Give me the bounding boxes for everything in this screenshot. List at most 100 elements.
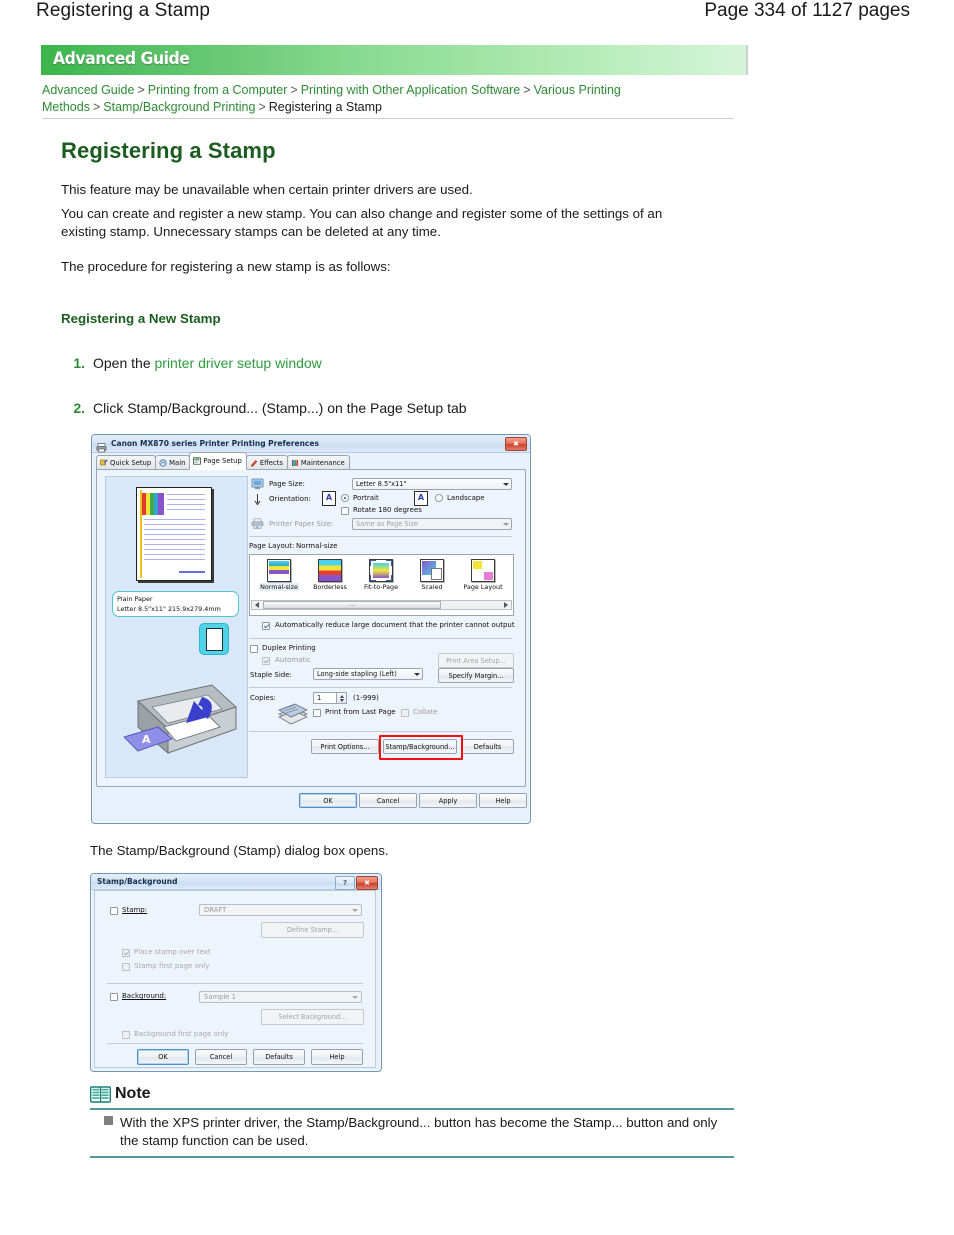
layout-option-fit-to-page[interactable]: Fit-to-Page bbox=[356, 559, 406, 591]
scroll-left-icon[interactable] bbox=[255, 602, 259, 608]
breadcrumb-item-2[interactable]: Printing with Other Application Software bbox=[301, 83, 521, 97]
stamp-cancel-button[interactable]: Cancel bbox=[195, 1049, 247, 1065]
landscape-radio[interactable] bbox=[435, 494, 443, 502]
print-from-last-page-checkbox[interactable] bbox=[313, 709, 321, 717]
page-layout-gallery[interactable]: Normal-size Borderless Fit-to-Page Scale… bbox=[249, 554, 514, 616]
printer-help-button[interactable]: Help bbox=[479, 793, 527, 808]
layout-option-borderless[interactable]: Borderless bbox=[305, 559, 355, 591]
rotate-180-checkbox[interactable] bbox=[341, 507, 349, 515]
print-from-last-page-label: Print from Last Page bbox=[325, 708, 396, 716]
print-options-button[interactable]: Print Options... bbox=[311, 739, 379, 754]
landscape-label: Landscape bbox=[447, 494, 485, 502]
tab-quick-setup[interactable]: Quick Setup bbox=[96, 455, 157, 470]
printer-paper-size-label: Printer Paper Size: bbox=[269, 520, 334, 528]
background-combobox: Sample 1 bbox=[199, 991, 362, 1003]
paper-type-label: Plain Paper bbox=[117, 595, 153, 603]
layout-gallery-scrollbar[interactable]: ⋯ bbox=[251, 600, 512, 610]
collate-checkbox bbox=[401, 709, 409, 717]
copies-value: 1 bbox=[317, 694, 322, 702]
duplex-printing-checkbox[interactable] bbox=[250, 645, 258, 653]
layout-option-0-label: Normal-size bbox=[259, 583, 299, 591]
page-size-combobox[interactable]: Letter 8.5"x11" bbox=[352, 478, 512, 490]
stamp-background-button[interactable]: Stamp/Background... bbox=[383, 739, 457, 754]
banner-title: Advanced Guide bbox=[53, 49, 190, 69]
tab-maintenance-label: Maintenance bbox=[300, 459, 345, 467]
note-divider-top bbox=[90, 1108, 734, 1110]
copies-stepper[interactable]: 1 bbox=[313, 692, 347, 704]
copies-stack-icon bbox=[275, 698, 311, 730]
stamp-ok-button[interactable]: OK bbox=[137, 1049, 189, 1065]
step-1: 1. Open the printer driver setup window bbox=[63, 355, 563, 375]
preview-sheet bbox=[136, 487, 212, 581]
stamp-dialog-divider-1 bbox=[107, 983, 363, 984]
printer-driver-setup-window-link[interactable]: printer driver setup window bbox=[155, 355, 322, 371]
automatic-duplex-checkbox bbox=[262, 657, 270, 665]
layout-option-normal-size[interactable]: Normal-size bbox=[254, 559, 304, 591]
background-first-page-only-checkbox bbox=[122, 1031, 130, 1039]
breadcrumb-separator: > bbox=[290, 83, 298, 97]
close-icon[interactable]: ✖ bbox=[505, 437, 527, 451]
portrait-radio[interactable] bbox=[341, 494, 349, 502]
header-divider bbox=[42, 118, 734, 119]
stamp-defaults-button[interactable]: Defaults bbox=[253, 1049, 305, 1065]
breadcrumb-item-1[interactable]: Printing from a Computer bbox=[148, 83, 288, 97]
page-number-label: Page 334 of 1127 pages bbox=[704, 0, 910, 21]
breadcrumb-item-0[interactable]: Advanced Guide bbox=[42, 83, 134, 97]
specify-margin-button[interactable]: Specify Margin... bbox=[438, 668, 514, 683]
printing-preferences-dialog[interactable]: Canon MX870 series Printer Printing Pref… bbox=[91, 434, 531, 824]
help-icon[interactable]: ? bbox=[335, 876, 355, 890]
page-size-icon bbox=[251, 478, 264, 492]
stamp-background-dialog[interactable]: Stamp/Background ? ✖ Stamp: DRAFT Define… bbox=[90, 873, 382, 1072]
settings-divider-2 bbox=[249, 638, 512, 639]
staple-side-value: Long-side stapling (Left) bbox=[317, 670, 397, 678]
tab-effects[interactable]: Effects bbox=[245, 455, 288, 470]
background-label: Background: bbox=[122, 992, 167, 1000]
tab-page-setup[interactable]: Page Setup bbox=[189, 452, 247, 470]
stamp-first-page-only-checkbox bbox=[122, 963, 130, 971]
layout-option-page-layout[interactable]: Page Layout bbox=[458, 559, 508, 591]
layout-option-4-label: Page Layout bbox=[463, 583, 503, 591]
scroll-right-icon[interactable] bbox=[504, 602, 508, 608]
close-icon[interactable]: ✖ bbox=[356, 876, 378, 890]
chevron-down-icon bbox=[414, 673, 420, 676]
stamp-label: Stamp: bbox=[122, 906, 148, 914]
copies-label: Copies: bbox=[250, 694, 276, 702]
define-stamp-button: Define Stamp... bbox=[261, 922, 364, 938]
defaults-button[interactable]: Defaults bbox=[461, 739, 514, 754]
printer-dialog-title: Canon MX870 series Printer Printing Pref… bbox=[111, 439, 319, 448]
page-layout-label: Page Layout: bbox=[249, 542, 295, 550]
printer-dialog-titlebar[interactable]: Canon MX870 series Printer Printing Pref… bbox=[92, 435, 530, 453]
stamp-checkbox[interactable] bbox=[110, 907, 118, 915]
note-header: Note bbox=[89, 1085, 151, 1103]
scrollbar-thumb[interactable]: ⋯ bbox=[263, 601, 441, 609]
stamp-combobox: DRAFT bbox=[199, 904, 362, 916]
printer-apply-button[interactable]: Apply bbox=[419, 793, 477, 808]
printer-cancel-button[interactable]: Cancel bbox=[359, 793, 417, 808]
chevron-down-icon bbox=[352, 996, 358, 999]
breadcrumb-item-4[interactable]: Stamp/Background Printing bbox=[103, 100, 255, 114]
printer-illustration: A bbox=[116, 667, 240, 767]
book-icon bbox=[89, 1085, 112, 1103]
quick-setup-icon bbox=[100, 459, 108, 467]
background-checkbox[interactable] bbox=[110, 993, 118, 1001]
effects-icon bbox=[250, 459, 258, 467]
tab-main[interactable]: Main bbox=[155, 455, 191, 470]
printer-icon bbox=[96, 438, 107, 453]
tab-effects-label: Effects bbox=[259, 459, 283, 467]
stamp-dialog-titlebar[interactable]: Stamp/Background ? ✖ bbox=[91, 874, 381, 890]
select-background-button: Select Background... bbox=[261, 1009, 364, 1025]
portrait-label: Portrait bbox=[353, 494, 379, 502]
dialog-caption: The Stamp/Background (Stamp) dialog box … bbox=[90, 843, 389, 858]
tab-maintenance[interactable]: Maintenance bbox=[286, 455, 350, 470]
media-type-indicator bbox=[199, 623, 229, 655]
stepper-arrows-icon[interactable] bbox=[336, 693, 346, 703]
breadcrumb: Advanced Guide > Printing from a Computer >… bbox=[42, 82, 742, 116]
collate-label: Collate bbox=[413, 708, 438, 716]
layout-option-scaled[interactable]: Scaled bbox=[407, 559, 457, 591]
section-subheading: Registering a New Stamp bbox=[61, 311, 221, 326]
auto-reduce-checkbox[interactable] bbox=[262, 622, 270, 630]
printer-ok-button[interactable]: OK bbox=[299, 793, 357, 808]
staple-side-combobox[interactable]: Long-side stapling (Left) bbox=[313, 668, 423, 680]
printer-paper-size-combobox: Same as Page Size bbox=[352, 518, 512, 530]
stamp-help-button[interactable]: Help bbox=[311, 1049, 363, 1065]
